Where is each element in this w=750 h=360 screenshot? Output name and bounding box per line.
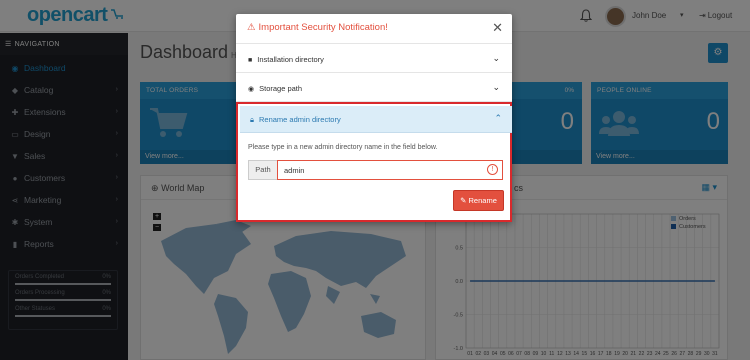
- circle-icon: ◉: [248, 86, 255, 93]
- rename-button[interactable]: ✎ Rename: [453, 190, 504, 211]
- rename-admin-section: 🔒︎ Rename admin directory ⌃ Please type i…: [236, 102, 512, 222]
- close-icon: ✕: [492, 20, 503, 35]
- security-modal: ⚠ Important Security Notification! ✕ ■ Ins…: [236, 14, 512, 222]
- help-text: Please type in a new admin directory nam…: [248, 144, 438, 151]
- warning-icon: ⚠: [247, 22, 256, 33]
- error-icon: !: [487, 164, 498, 175]
- modal-title: ⚠ Important Security Notification!: [247, 22, 388, 33]
- path-input[interactable]: [277, 160, 503, 180]
- accordion-storage-path[interactable]: ◉ Storage path ⌄: [236, 74, 512, 102]
- accordion-installation-directory[interactable]: ■ Installation directory ⌄: [236, 45, 512, 73]
- folder-icon: ■: [248, 57, 253, 64]
- lock-icon: 🔒︎: [250, 115, 254, 124]
- chevron-up-icon: ⌃: [494, 113, 502, 123]
- path-label: Path: [248, 160, 278, 180]
- accordion-rename-admin-directory[interactable]: 🔒︎ Rename admin directory ⌃: [240, 106, 512, 133]
- pencil-icon: ✎: [460, 196, 467, 205]
- chevron-down-icon: ⌄: [492, 82, 500, 92]
- close-button[interactable]: ✕: [492, 20, 503, 36]
- modal-header: ⚠ Important Security Notification! ✕: [236, 14, 512, 44]
- chevron-down-icon: ⌄: [492, 53, 500, 63]
